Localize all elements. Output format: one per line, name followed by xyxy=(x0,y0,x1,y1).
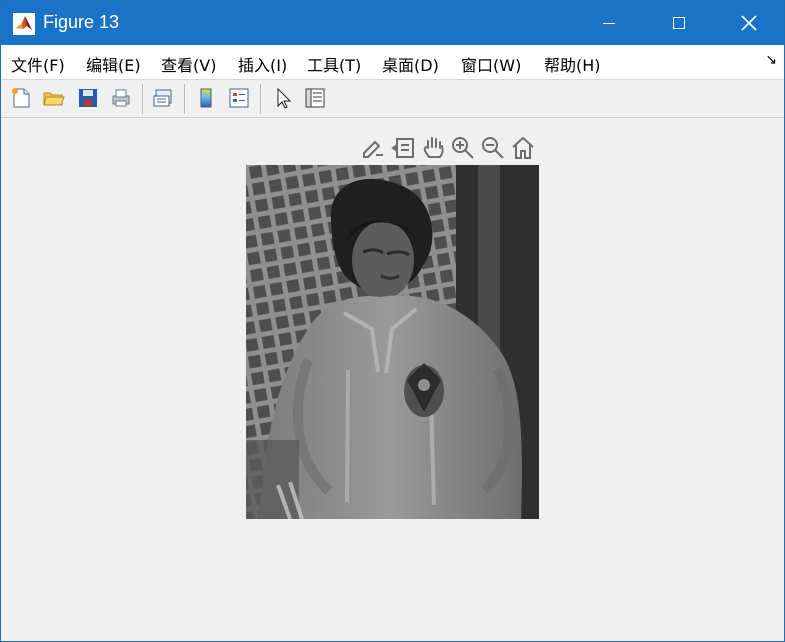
figure-image[interactable] xyxy=(246,165,539,519)
figure-window: Figure 13 文件(F) 编辑(E) 查看(V) 插入(I) 工具(T) … xyxy=(0,0,785,642)
colorbar-icon xyxy=(200,88,212,108)
print-button[interactable] xyxy=(107,84,135,112)
save-icon xyxy=(79,89,97,107)
select-pointer-icon xyxy=(277,87,292,109)
menu-tools[interactable]: 工具(T) xyxy=(307,52,361,76)
new-figure-button[interactable] xyxy=(7,84,35,112)
data-tips-button[interactable] xyxy=(389,134,417,162)
menu-insert[interactable]: 插入(I) xyxy=(238,52,287,76)
pan-icon xyxy=(423,137,444,158)
toolbar-separator xyxy=(260,84,261,114)
menu-window[interactable]: 窗口(W) xyxy=(461,52,521,76)
legend-icon xyxy=(229,88,249,108)
close-button[interactable] xyxy=(714,1,784,45)
window-title: Figure 13 xyxy=(43,12,120,32)
minimize-icon xyxy=(603,22,615,24)
zoom-in-button[interactable] xyxy=(449,134,477,162)
child-photo xyxy=(246,165,539,519)
maximize-icon xyxy=(673,17,685,29)
axes-toolbar xyxy=(359,134,539,164)
menu-desktop[interactable]: 桌面(D) xyxy=(382,52,439,76)
open-file-button[interactable] xyxy=(39,84,67,112)
select-pointer-button[interactable] xyxy=(269,84,297,112)
zoom-out-button[interactable] xyxy=(479,134,507,162)
brush-icon xyxy=(363,140,383,158)
legend-button[interactable] xyxy=(225,84,253,112)
colorbar-button[interactable] xyxy=(192,84,220,112)
property-inspector-icon xyxy=(305,88,325,108)
menu-view[interactable]: 查看(V) xyxy=(161,52,216,76)
close-icon xyxy=(741,15,757,31)
save-button[interactable] xyxy=(74,84,102,112)
open-file-icon xyxy=(43,92,65,106)
toolbar-separator xyxy=(142,84,143,114)
property-inspector-button[interactable] xyxy=(301,84,329,112)
menu-help[interactable]: 帮助(H) xyxy=(544,52,601,76)
new-figure-icon xyxy=(12,88,30,108)
figure-toolbar xyxy=(1,80,784,118)
brush-button[interactable] xyxy=(359,134,387,162)
zoom-out-icon xyxy=(482,137,504,159)
menu-collapse-arrow-icon[interactable]: ↘ xyxy=(765,52,777,68)
maximize-button[interactable] xyxy=(644,1,714,45)
toolbar-separator xyxy=(184,84,185,114)
print-icon xyxy=(112,89,130,107)
home-button[interactable] xyxy=(509,134,537,162)
title-bar[interactable]: Figure 13 xyxy=(1,1,784,45)
data-tips-icon xyxy=(391,138,414,158)
link-plot-icon xyxy=(153,89,172,107)
pan-button[interactable] xyxy=(419,134,447,162)
menu-edit[interactable]: 编辑(E) xyxy=(86,52,141,76)
minimize-button[interactable] xyxy=(574,1,644,45)
menu-file[interactable]: 文件(F) xyxy=(11,52,65,76)
menu-bar: 文件(F) 编辑(E) 查看(V) 插入(I) 工具(T) 桌面(D) 窗口(W… xyxy=(1,45,784,80)
zoom-in-icon xyxy=(452,137,474,159)
link-plot-button[interactable] xyxy=(149,84,177,112)
matlab-icon xyxy=(13,13,35,35)
home-icon xyxy=(512,136,534,159)
